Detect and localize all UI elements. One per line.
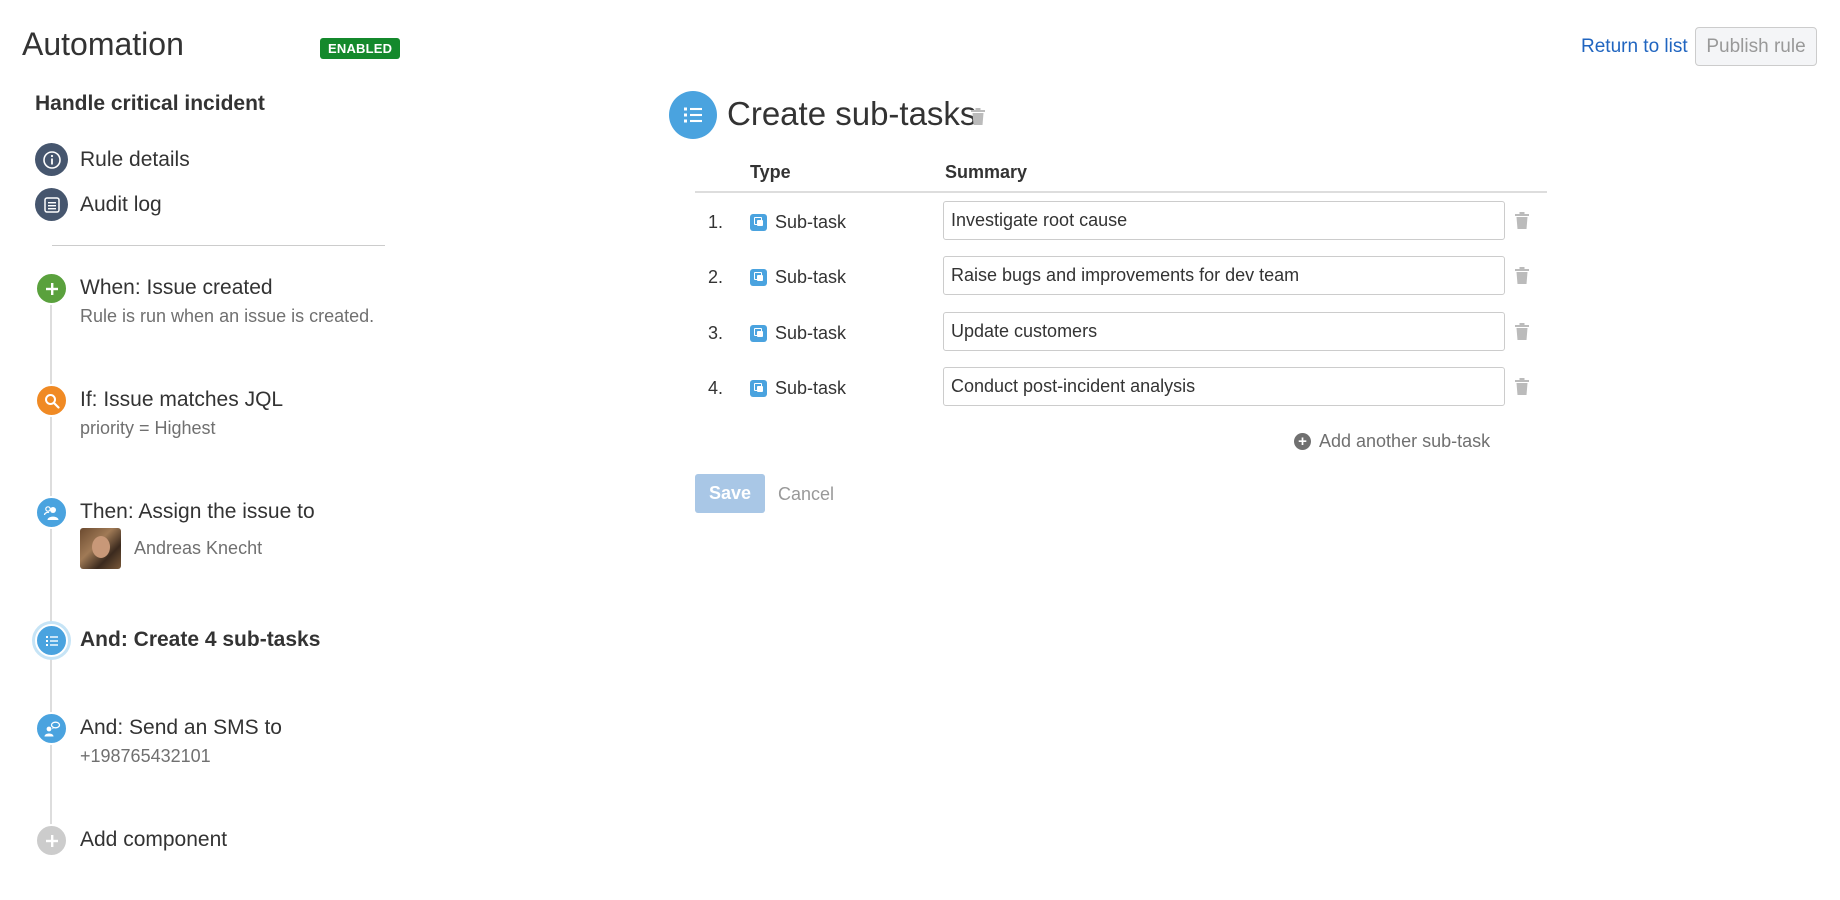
summary-input[interactable] <box>943 312 1505 351</box>
app-title: Automation <box>22 26 184 62</box>
issue-type: Sub-task <box>750 212 846 233</box>
trash-icon[interactable] <box>970 108 986 131</box>
trash-icon[interactable] <box>1514 378 1530 401</box>
header-divider <box>695 191 1547 193</box>
cancel-button[interactable]: Cancel <box>778 484 834 505</box>
step-title: When: Issue created <box>80 276 273 299</box>
add-icon: + <box>1294 433 1311 450</box>
list-icon <box>35 188 68 221</box>
table-row: 3. Sub-task <box>695 312 1547 352</box>
step-title: And: Create 4 sub-tasks <box>80 628 321 651</box>
timeline-line <box>50 288 52 833</box>
issue-type-label: Sub-task <box>775 212 847 232</box>
step-title: Then: Assign the issue to <box>80 500 315 523</box>
row-number: 2. <box>708 267 724 287</box>
sidebar-divider <box>52 245 385 246</box>
assign-user-icon <box>35 496 68 529</box>
table-row: 2. Sub-task <box>695 256 1547 296</box>
sub-task-icon <box>750 380 767 397</box>
info-icon <box>35 143 68 176</box>
step-title: And: Send an SMS to <box>80 716 282 739</box>
summary-input[interactable] <box>943 201 1505 240</box>
avatar <box>80 528 121 569</box>
row-number: 4. <box>708 378 724 398</box>
step-subtitle: priority = Highest <box>80 418 216 438</box>
issue-type: Sub-task <box>750 323 846 344</box>
sidebar-item-rule-details[interactable]: Rule details <box>35 143 190 176</box>
summary-input[interactable] <box>943 367 1505 406</box>
add-sub-task-label: Add another sub-task <box>1319 431 1491 451</box>
add-another-sub-task-button[interactable]: + Add another sub-task <box>1294 431 1490 452</box>
return-to-list-link[interactable]: Return to list <box>1581 36 1688 58</box>
step-title: If: Issue matches JQL <box>80 388 284 411</box>
save-button[interactable]: Save <box>695 474 765 513</box>
list-icon <box>669 91 717 139</box>
row-number: 3. <box>708 323 724 343</box>
plus-icon <box>35 272 68 305</box>
issue-type-label: Sub-task <box>775 267 847 287</box>
step-subtitle: Rule is run when an issue is created. <box>80 306 375 326</box>
publish-rule-button[interactable]: Publish rule <box>1695 27 1817 66</box>
step-subtitle: +198765432101 <box>80 746 211 766</box>
assignee-name: Andreas Knecht <box>134 538 263 558</box>
sidebar-item-label: Audit log <box>80 192 162 216</box>
sidebar-item-label: Rule details <box>80 147 190 171</box>
issue-type: Sub-task <box>750 378 846 399</box>
plus-icon <box>35 824 68 857</box>
search-icon <box>35 384 68 417</box>
table-row: 1. Sub-task <box>695 201 1547 241</box>
trash-icon[interactable] <box>1514 212 1530 235</box>
summary-input[interactable] <box>943 256 1505 295</box>
issue-type-label: Sub-task <box>775 378 847 398</box>
page-title: Create sub-tasks <box>727 95 977 132</box>
list-icon <box>35 624 68 657</box>
status-badge: ENABLED <box>320 38 401 59</box>
column-header-type: Type <box>750 162 791 182</box>
issue-type: Sub-task <box>750 267 846 288</box>
sms-user-icon <box>35 712 68 745</box>
rule-name: Handle critical incident <box>35 92 265 115</box>
sidebar-item-audit-log[interactable]: Audit log <box>35 188 162 221</box>
row-number: 1. <box>708 212 724 232</box>
column-header-summary: Summary <box>945 162 1028 182</box>
sub-task-icon <box>750 325 767 342</box>
sub-task-icon <box>750 269 767 286</box>
table-row: 4. Sub-task <box>695 367 1547 407</box>
trash-icon[interactable] <box>1514 267 1530 290</box>
step-title: Add component <box>80 828 228 851</box>
trash-icon[interactable] <box>1514 323 1530 346</box>
sub-task-icon <box>750 214 767 231</box>
issue-type-label: Sub-task <box>775 323 847 343</box>
